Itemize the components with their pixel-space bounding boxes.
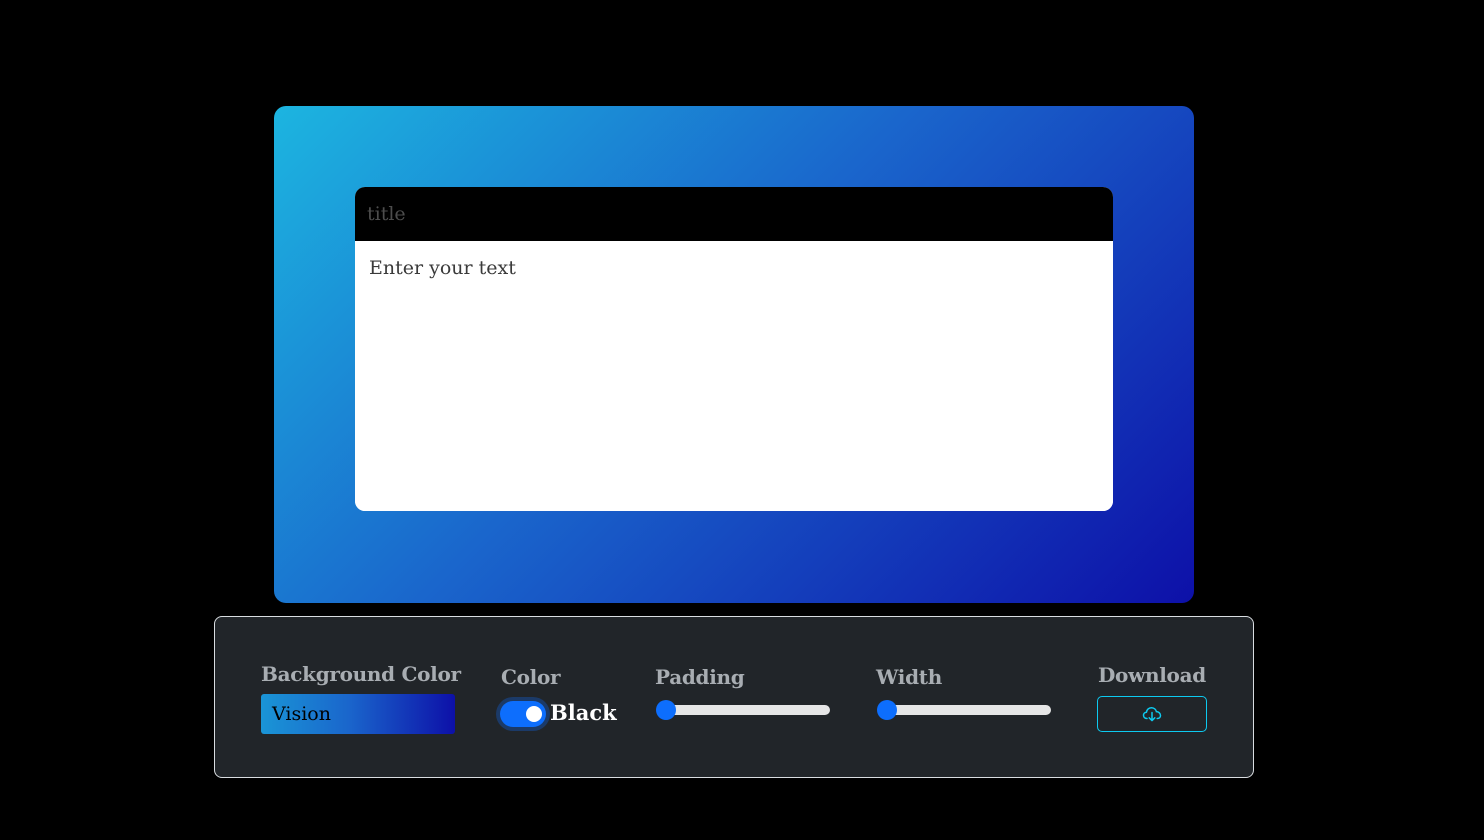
color-toggle[interactable] [500, 701, 546, 727]
text-input[interactable] [355, 241, 1113, 511]
code-window [355, 187, 1113, 511]
background-color-label: Background Color [261, 662, 461, 686]
window-titlebar [355, 187, 1113, 241]
title-input[interactable] [367, 203, 1113, 225]
color-toggle-label: Black [550, 700, 617, 725]
toggle-knob [526, 706, 542, 722]
padding-slider-thumb[interactable] [656, 700, 676, 720]
preview-canvas [274, 106, 1194, 603]
cloud-download-icon [1142, 706, 1162, 722]
download-label: Download [1098, 663, 1206, 687]
color-label: Color [501, 665, 561, 689]
padding-slider[interactable] [656, 699, 830, 721]
width-label: Width [876, 665, 942, 689]
download-button[interactable] [1097, 696, 1207, 732]
background-color-select[interactable]: Vision [261, 694, 455, 734]
width-slider-track [879, 705, 1051, 715]
width-slider[interactable] [877, 699, 1051, 721]
padding-slider-track [658, 705, 830, 715]
background-color-value: Vision [272, 703, 331, 725]
width-slider-thumb[interactable] [877, 700, 897, 720]
controls-panel: Background Color Vision Color Black Padd… [214, 616, 1254, 778]
padding-label: Padding [655, 665, 745, 689]
